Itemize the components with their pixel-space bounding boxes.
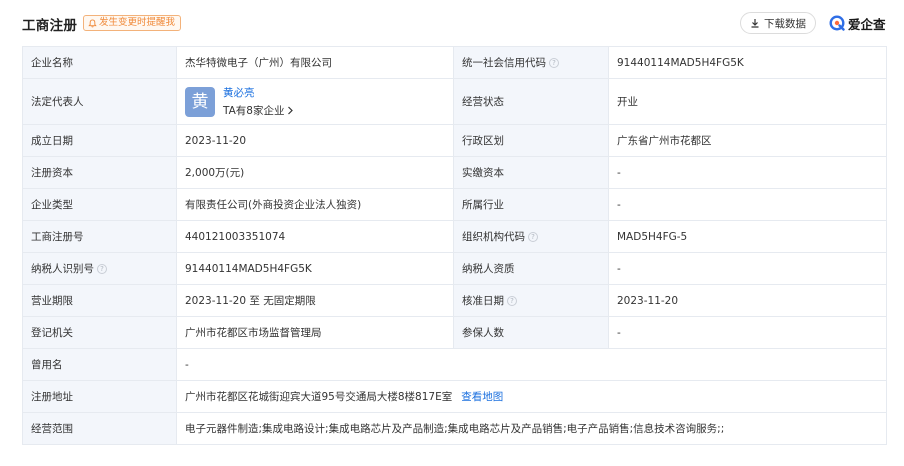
- legal-rep-companies-link[interactable]: TA有8家企业: [223, 103, 294, 118]
- approval-date-label: 核准日期: [462, 295, 504, 307]
- legal-rep-person: 黄 黄必亮 TA有8家企业: [185, 85, 445, 118]
- section-title: 工商注册: [22, 18, 78, 34]
- biz-term-label: 营业期限: [22, 284, 177, 317]
- reg-no-value: 440121003351074: [176, 220, 454, 253]
- chevron-right-icon: [288, 106, 294, 115]
- help-icon[interactable]: ?: [97, 264, 107, 274]
- download-data-label: 下载数据: [764, 17, 806, 30]
- paid-capital-label: 实缴资本: [453, 156, 609, 189]
- biz-term-value: 2023-11-20 至 无固定期限: [176, 284, 454, 317]
- bell-icon: [88, 18, 97, 27]
- reg-authority-value: 广州市花都区市场监督管理局: [176, 316, 454, 349]
- status-value: 开业: [608, 78, 887, 125]
- legal-rep-label: 法定代表人: [22, 78, 177, 125]
- taxpayer-id-label: 纳税人识别号: [31, 263, 94, 275]
- legal-rep-companies-label: TA有8家企业: [223, 105, 285, 117]
- org-code-label-cell: 组织机构代码?: [453, 220, 609, 253]
- aiqicha-logo-icon: [829, 15, 845, 31]
- org-code-label: 组织机构代码: [462, 231, 525, 243]
- former-name-value: -: [176, 348, 887, 381]
- reg-capital-value: 2,000万(元): [176, 156, 454, 189]
- industry-value: -: [608, 188, 887, 221]
- reg-capital-label: 注册资本: [22, 156, 177, 189]
- download-data-button[interactable]: 下载数据: [740, 12, 816, 34]
- status-label: 经营状态: [453, 78, 609, 125]
- table-row: 企业名称 杰华特微电子（广州）有限公司 统一社会信用代码? 91440114MA…: [22, 46, 887, 79]
- taxpayer-qual-label: 纳税人资质: [453, 252, 609, 285]
- section-header: 工商注册 发生变更时提醒我 下载数据 爱企查: [0, 0, 904, 46]
- region-value: 广东省广州市花都区: [608, 124, 887, 157]
- table-row: 注册资本 2,000万(元) 实缴资本 -: [22, 156, 887, 189]
- table-row: 经营范围 电子元器件制造;集成电路设计;集成电路芯片及产品制造;集成电路芯片及产…: [22, 412, 887, 445]
- company-name-label: 企业名称: [22, 46, 177, 79]
- table-row: 企业类型 有限责任公司(外商投资企业法人独资) 所属行业 -: [22, 188, 887, 221]
- table-row: 工商注册号 440121003351074 组织机构代码? MAD5H4FG-5: [22, 220, 887, 253]
- org-code-value: MAD5H4FG-5: [608, 220, 887, 253]
- legal-rep-name-link[interactable]: 黄必亮: [223, 85, 294, 100]
- company-type-label: 企业类型: [22, 188, 177, 221]
- table-row: 法定代表人 黄 黄必亮 TA有8家企业 经营状态 开业: [22, 78, 887, 125]
- approval-date-label-cell: 核准日期?: [453, 284, 609, 317]
- table-row: 注册地址 广州市花都区花城街迎宾大道95号交通局大楼8楼817E室 查看地图: [22, 380, 887, 413]
- approval-date-value: 2023-11-20: [608, 284, 887, 317]
- taxpayer-id-value: 91440114MAD5H4FG5K: [176, 252, 454, 285]
- table-row: 纳税人识别号? 91440114MAD5H4FG5K 纳税人资质 -: [22, 252, 887, 285]
- help-icon[interactable]: ?: [549, 58, 559, 68]
- brand-name: 爱企查: [848, 16, 886, 32]
- table-row: 登记机关 广州市花都区市场监督管理局 参保人数 -: [22, 316, 887, 349]
- table-row: 曾用名 -: [22, 348, 887, 381]
- insured-value: -: [608, 316, 887, 349]
- taxpayer-id-label-cell: 纳税人识别号?: [22, 252, 177, 285]
- scope-label: 经营范围: [22, 412, 177, 445]
- avatar[interactable]: 黄: [185, 86, 215, 117]
- credit-code-value: 91440114MAD5H4FG5K: [608, 46, 887, 79]
- address-value-cell: 广州市花都区花城街迎宾大道95号交通局大楼8楼817E室 查看地图: [176, 380, 887, 413]
- brand-logo[interactable]: 爱企查: [829, 13, 886, 33]
- table-row: 成立日期 2023-11-20 行政区划 广东省广州市花都区: [22, 124, 887, 157]
- reg-authority-label: 登记机关: [22, 316, 177, 349]
- scope-value: 电子元器件制造;集成电路设计;集成电路芯片及产品制造;集成电路芯片及产品销售;电…: [176, 412, 887, 445]
- change-notify-button[interactable]: 发生变更时提醒我: [83, 15, 182, 31]
- former-name-label: 曾用名: [22, 348, 177, 381]
- legal-rep-value: 黄 黄必亮 TA有8家企业: [176, 78, 454, 125]
- company-type-value: 有限责任公司(外商投资企业法人独资): [176, 188, 454, 221]
- change-notify-label: 发生变更时提醒我: [99, 17, 176, 28]
- founded-label: 成立日期: [22, 124, 177, 157]
- table-row: 营业期限 2023-11-20 至 无固定期限 核准日期? 2023-11-20: [22, 284, 887, 317]
- credit-code-label: 统一社会信用代码: [462, 57, 546, 69]
- address-value: 广州市花都区花城街迎宾大道95号交通局大楼8楼817E室: [185, 391, 453, 403]
- help-icon[interactable]: ?: [528, 232, 538, 242]
- download-icon: [751, 19, 759, 28]
- region-label: 行政区划: [453, 124, 609, 157]
- business-registration-table: 企业名称 杰华特微电子（广州）有限公司 统一社会信用代码? 91440114MA…: [22, 46, 887, 445]
- founded-value: 2023-11-20: [176, 124, 454, 157]
- paid-capital-value: -: [608, 156, 887, 189]
- reg-no-label: 工商注册号: [22, 220, 177, 253]
- address-label: 注册地址: [22, 380, 177, 413]
- insured-label: 参保人数: [453, 316, 609, 349]
- credit-code-label-cell: 统一社会信用代码?: [453, 46, 609, 79]
- legal-rep-text: 黄必亮 TA有8家企业: [223, 85, 294, 118]
- help-icon[interactable]: ?: [507, 296, 517, 306]
- taxpayer-qual-value: -: [608, 252, 887, 285]
- view-map-link[interactable]: 查看地图: [461, 391, 503, 403]
- industry-label: 所属行业: [453, 188, 609, 221]
- company-name-value: 杰华特微电子（广州）有限公司: [176, 46, 454, 79]
